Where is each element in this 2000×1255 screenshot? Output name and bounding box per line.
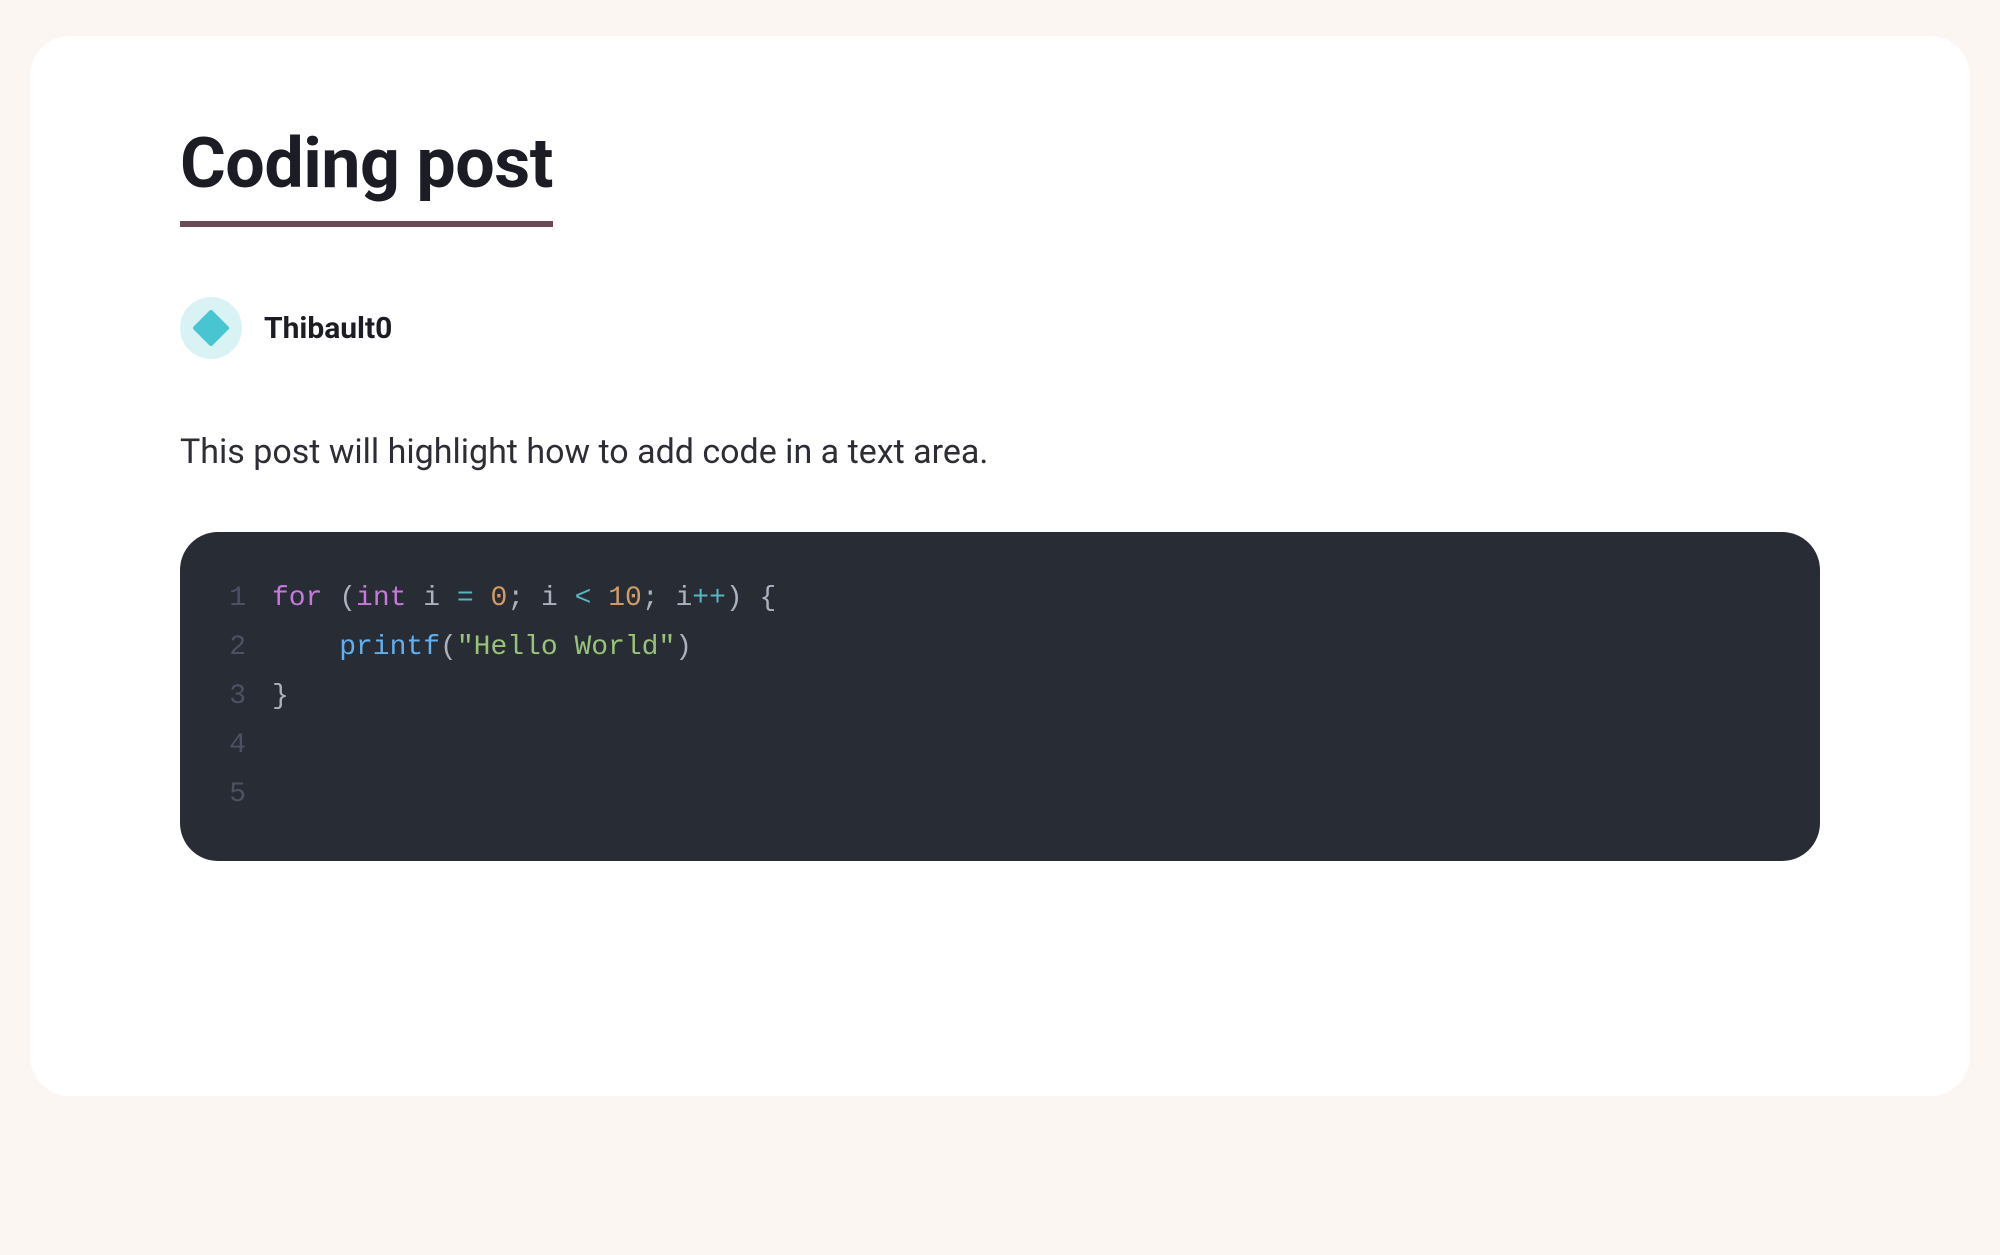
code-text: } bbox=[272, 672, 289, 721]
post-title: Coding post bbox=[180, 126, 553, 227]
author-row: Thibault0 bbox=[180, 297, 1820, 359]
code-line: 2 printf("Hello World") bbox=[224, 623, 1770, 672]
code-line: 5 bbox=[224, 770, 1770, 819]
post-body-text: This post will highlight how to add code… bbox=[180, 429, 1820, 477]
avatar[interactable] bbox=[180, 297, 242, 359]
line-number: 1 bbox=[224, 574, 272, 623]
avatar-diamond-icon bbox=[193, 310, 229, 346]
line-number: 3 bbox=[224, 672, 272, 721]
line-number: 5 bbox=[224, 770, 272, 819]
code-text bbox=[272, 721, 289, 770]
post-card: Coding post Thibault0 This post will hig… bbox=[30, 36, 1970, 1096]
author-name[interactable]: Thibault0 bbox=[264, 311, 392, 346]
line-number: 2 bbox=[224, 623, 272, 672]
code-text: for (int i = 0; i < 10; i++) { bbox=[272, 574, 776, 623]
code-text: printf("Hello World") bbox=[272, 623, 692, 672]
code-line: 4 bbox=[224, 721, 1770, 770]
code-text bbox=[272, 770, 289, 819]
code-block: 1 for (int i = 0; i < 10; i++) { 2 print… bbox=[180, 532, 1820, 861]
code-line: 1 for (int i = 0; i < 10; i++) { bbox=[224, 574, 1770, 623]
line-number: 4 bbox=[224, 721, 272, 770]
code-line: 3 } bbox=[224, 672, 1770, 721]
